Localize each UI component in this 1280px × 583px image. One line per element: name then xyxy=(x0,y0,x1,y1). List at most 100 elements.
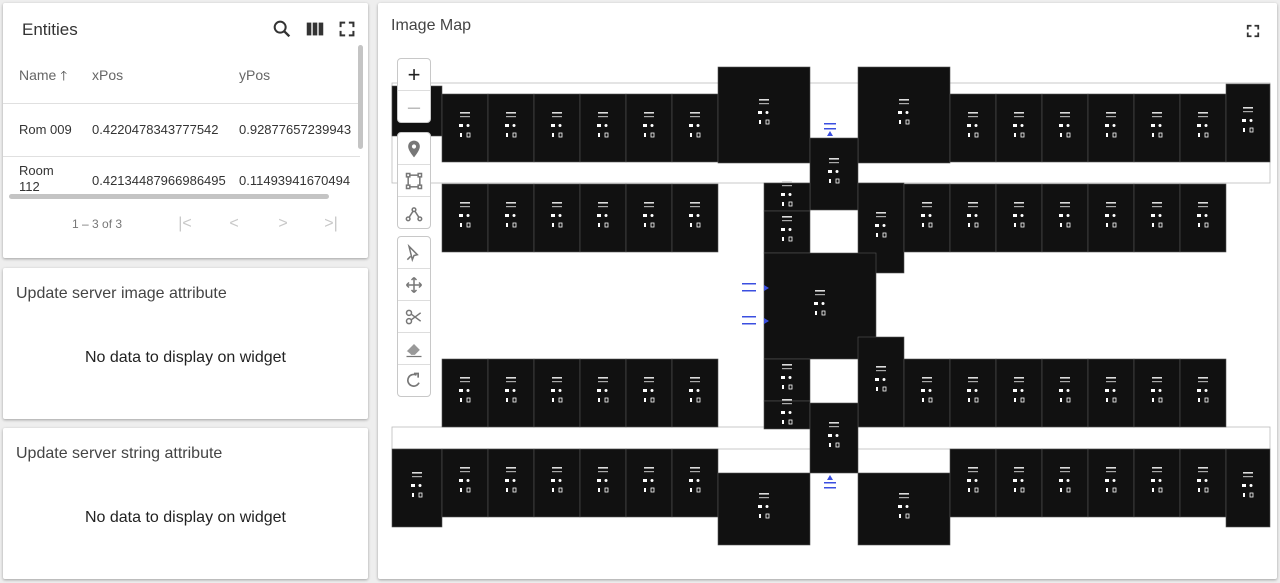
column-header-name[interactable]: Name 🡑 xyxy=(19,67,91,89)
room-block xyxy=(857,336,905,428)
room-block xyxy=(1179,183,1227,253)
erase-icon[interactable] xyxy=(398,333,430,365)
room-block xyxy=(1225,83,1271,163)
room-block xyxy=(1041,183,1089,253)
entities-title: Entities xyxy=(22,20,78,39)
room-block xyxy=(441,358,489,428)
cell-name: Rom 009 xyxy=(19,122,72,137)
update-image-attribute-widget: Update server image attribute No data to… xyxy=(3,268,368,419)
room-block xyxy=(809,402,859,474)
floor-plan-image[interactable] xyxy=(378,3,1277,579)
cell-xpos: 0.4220478343777542 xyxy=(92,122,219,137)
no-data-message: No data to display on widget xyxy=(84,349,286,366)
room-block xyxy=(949,183,997,253)
room-block xyxy=(1133,93,1181,163)
room-block xyxy=(1133,448,1181,518)
room-block xyxy=(671,93,719,163)
room-block xyxy=(487,448,535,518)
move-icon[interactable] xyxy=(398,269,430,301)
room-block xyxy=(949,448,997,518)
last-page-icon[interactable]: >| xyxy=(321,214,341,234)
room-block xyxy=(903,183,951,253)
entrance-marker-icon xyxy=(827,475,833,480)
room-block xyxy=(857,66,951,164)
room-block xyxy=(857,472,951,546)
room-block xyxy=(1041,448,1089,518)
room-block xyxy=(1179,448,1227,518)
column-header-ypos[interactable]: yPos xyxy=(239,67,360,83)
horizontal-scrollbar[interactable] xyxy=(9,194,329,199)
room-block xyxy=(903,358,951,428)
room-block xyxy=(1179,93,1227,163)
room-block xyxy=(1225,448,1271,528)
image-map-widget: Image Map + – xyxy=(378,3,1277,579)
cell-xpos: 0.42134487966986495 xyxy=(92,173,226,188)
widget-title: Update server string attribute xyxy=(16,445,223,462)
room-block xyxy=(579,448,627,518)
widget-title: Update server image attribute xyxy=(16,285,227,302)
room-block xyxy=(671,448,719,518)
room-block xyxy=(441,448,489,518)
room-block xyxy=(533,358,581,428)
room-block xyxy=(763,400,811,430)
room-block xyxy=(625,448,673,518)
rectangle-icon[interactable] xyxy=(398,165,430,197)
fullscreen-icon[interactable] xyxy=(336,18,358,40)
room-block xyxy=(1041,93,1089,163)
previous-page-icon[interactable]: < xyxy=(224,214,244,234)
room-block xyxy=(441,183,489,253)
cell-ypos: 0.92877657239943 xyxy=(239,122,352,137)
next-page-icon[interactable]: > xyxy=(273,214,293,234)
room-block xyxy=(1087,183,1135,253)
room-block xyxy=(1041,358,1089,428)
room-block xyxy=(949,93,997,163)
update-string-attribute-widget: Update server string attribute No data t… xyxy=(3,428,368,579)
room-block xyxy=(671,358,719,428)
cell-ypos: 0.11493941670494 xyxy=(239,173,351,188)
room-block xyxy=(533,448,581,518)
sort-arrow-up-icon: 🡑 xyxy=(60,68,68,83)
pagination-range: 1 – 3 of 3 xyxy=(72,217,123,231)
rotate-icon[interactable] xyxy=(398,365,430,396)
cut-icon[interactable] xyxy=(398,301,430,333)
room-block xyxy=(625,183,673,253)
table-row[interactable]: Rom 009 0.4220478343777542 0.92877657239… xyxy=(3,103,360,157)
room-block xyxy=(579,358,627,428)
room-block xyxy=(1133,358,1181,428)
room-block xyxy=(995,358,1043,428)
room-block xyxy=(533,93,581,163)
entities-table: Name 🡑 xPos yPos Rom 009 0.42204783437775… xyxy=(3,51,360,199)
room-block xyxy=(1133,183,1181,253)
room-block xyxy=(579,183,627,253)
zoom-control: + – xyxy=(397,58,431,123)
room-block xyxy=(625,93,673,163)
room-block xyxy=(579,93,627,163)
room-block xyxy=(995,93,1043,163)
edit-toolbar xyxy=(397,236,431,397)
vertical-scrollbar[interactable] xyxy=(358,45,363,149)
first-page-icon[interactable]: |< xyxy=(175,214,195,234)
room-block xyxy=(1087,358,1135,428)
room-block xyxy=(487,358,535,428)
zoom-in-button[interactable]: + xyxy=(398,59,430,91)
room-block xyxy=(995,448,1043,518)
room-block xyxy=(671,183,719,253)
room-block xyxy=(763,182,811,212)
entities-widget: Entities Name 🡑 xPos yPos Rom 009 0.42204… xyxy=(3,3,368,258)
edit-icon[interactable] xyxy=(398,237,430,269)
zoom-out-button[interactable]: – xyxy=(398,91,430,122)
room-block xyxy=(441,93,489,163)
room-block xyxy=(1179,358,1227,428)
column-header-xpos[interactable]: xPos xyxy=(92,67,239,83)
columns-icon[interactable] xyxy=(304,18,326,40)
room-block xyxy=(391,448,443,528)
marker-icon[interactable] xyxy=(398,133,430,165)
room-block xyxy=(949,358,997,428)
table-row[interactable]: Room 112 0.42134487966986495 0.114939416… xyxy=(3,156,360,199)
draw-toolbar xyxy=(397,132,431,229)
room-block xyxy=(809,137,859,211)
room-block xyxy=(487,183,535,253)
room-block xyxy=(625,358,673,428)
polyline-icon[interactable] xyxy=(398,197,430,228)
search-icon[interactable] xyxy=(271,18,293,40)
